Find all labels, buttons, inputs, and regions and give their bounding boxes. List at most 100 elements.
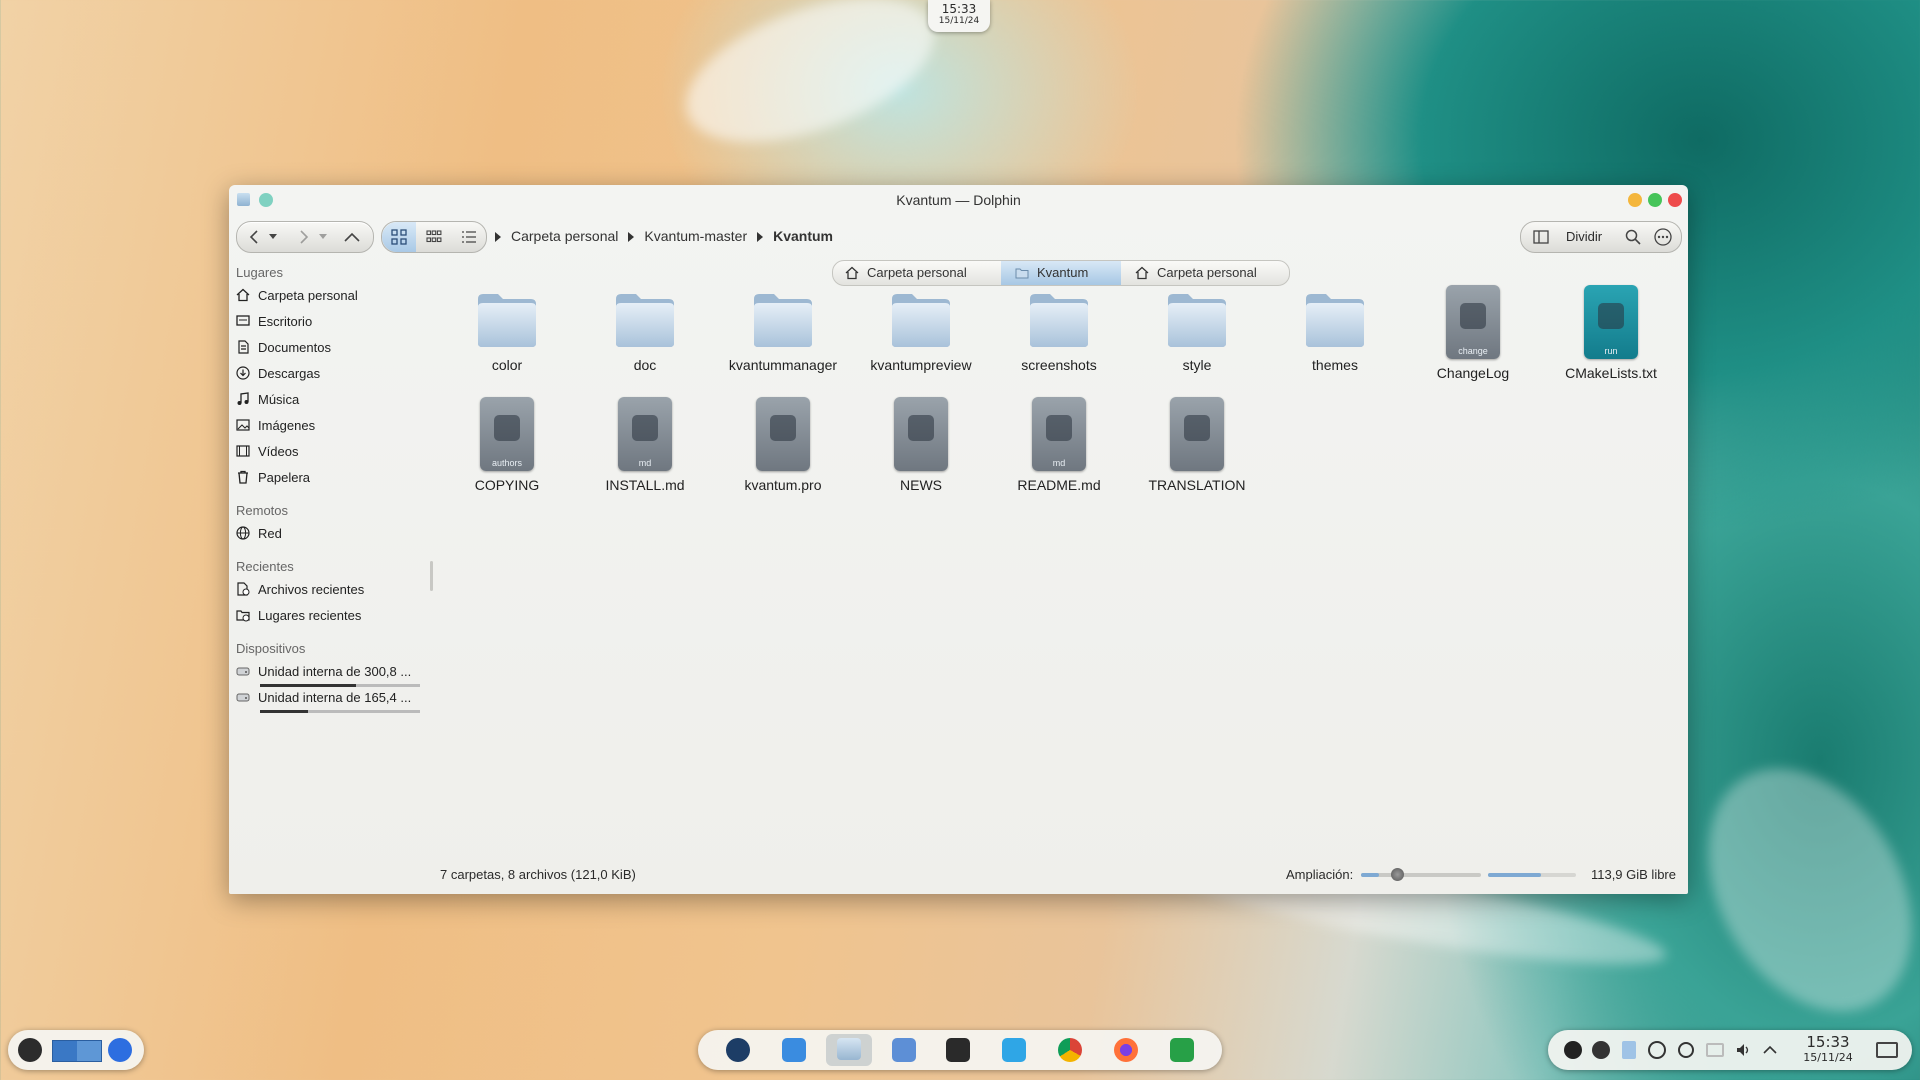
section-remotos: Remotos	[236, 503, 289, 518]
spreadsheet-icon[interactable]	[1170, 1038, 1194, 1062]
sidebar-item-papelera[interactable]: Papelera	[236, 467, 426, 489]
file-item[interactable]: kvantum.pro	[715, 397, 851, 493]
compact-view-button[interactable]	[417, 222, 451, 252]
free-space-fill	[1488, 873, 1541, 877]
sidebar-item-documentos[interactable]: Documentos	[236, 337, 426, 359]
terminal-icon[interactable]	[946, 1038, 970, 1062]
system-settings-icon[interactable]	[726, 1038, 750, 1062]
file-item[interactable]: authors COPYING	[439, 397, 575, 493]
maximize-button[interactable]	[1648, 193, 1662, 207]
folder-icon	[612, 285, 678, 351]
file-item[interactable]: change ChangeLog	[1405, 285, 1541, 381]
chevron-up-icon[interactable]	[1762, 1042, 1778, 1058]
box-icon[interactable]	[1002, 1038, 1026, 1062]
forward-history-button[interactable]	[315, 222, 331, 252]
app-launcher-icon[interactable]	[18, 1038, 42, 1062]
folder-item[interactable]: themes	[1267, 285, 1403, 373]
folder-item[interactable]: color	[439, 285, 575, 373]
folder-item[interactable]: doc	[577, 285, 713, 373]
sidebar-item-archivos-recientes[interactable]: Archivos recientes	[236, 579, 426, 601]
chrome-icon[interactable]	[1058, 1038, 1082, 1062]
tab-kvantum[interactable]: Kvantum	[1001, 261, 1121, 285]
top-clock-widget[interactable]: 15:33 15/11/24	[928, 0, 990, 32]
up-button[interactable]	[339, 222, 365, 252]
folder-item[interactable]: kvantummanager	[715, 285, 851, 373]
right-toolbar-buttons: Dividir	[1520, 221, 1682, 253]
dolphin-task[interactable]	[826, 1034, 872, 1066]
markdown-icon: md	[1032, 397, 1086, 471]
back-button[interactable]	[241, 222, 267, 252]
forward-button[interactable]	[291, 222, 317, 252]
file-subtype: change	[1458, 346, 1488, 356]
file-view[interactable]: color doc kvantummanager kvantumpreview scre…	[439, 285, 1669, 785]
file-item[interactable]: md README.md	[991, 397, 1127, 493]
zoom-slider[interactable]	[1361, 868, 1481, 881]
check-icon[interactable]	[1592, 1041, 1610, 1059]
back-history-button[interactable]	[265, 222, 281, 252]
kate-icon[interactable]	[892, 1038, 916, 1062]
file-item[interactable]: md INSTALL.md	[577, 397, 713, 493]
folder-icon	[1015, 268, 1029, 279]
breadcrumb-separator	[757, 232, 764, 243]
drive-icon	[236, 693, 250, 702]
split-label: Dividir	[1566, 229, 1603, 244]
sidebar-item-videos[interactable]: Vídeos	[236, 441, 426, 463]
updates-icon[interactable]	[1564, 1041, 1582, 1059]
discover-icon[interactable]	[782, 1038, 806, 1062]
markdown-icon: md	[618, 397, 672, 471]
folder-item[interactable]: style	[1129, 285, 1265, 373]
network-icon[interactable]	[1648, 1041, 1666, 1059]
display-icon[interactable]	[1706, 1043, 1724, 1057]
file-glyph	[1184, 415, 1210, 441]
sidebar-item-drive-2[interactable]: Unidad interna de 165,4 ...	[236, 687, 426, 713]
menu-button[interactable]	[1649, 222, 1677, 252]
pager-icon[interactable]	[52, 1040, 102, 1062]
tab-carpeta-personal-1[interactable]: Carpeta personal	[833, 261, 1001, 285]
sidebar-item-musica[interactable]: Música	[236, 389, 426, 411]
dolphin-icon	[837, 1038, 861, 1060]
sidebar-item-escritorio[interactable]: Escritorio	[236, 311, 426, 333]
breadcrumb-kvantum[interactable]: Kvantum	[773, 221, 833, 251]
close-button[interactable]	[1668, 193, 1682, 207]
sidebar-item-drive-1[interactable]: Unidad interna de 300,8 ...	[236, 661, 426, 687]
sidebar-item-red[interactable]: Red	[236, 523, 426, 545]
tab-label: Carpeta personal	[867, 265, 967, 280]
file-name: CMakeLists.txt	[1565, 365, 1657, 381]
file-item[interactable]: TRANSLATION	[1129, 397, 1265, 493]
sidebar-item-descargas[interactable]: Descargas	[236, 363, 426, 385]
clipboard-icon[interactable]	[1622, 1041, 1636, 1059]
icons-view-button[interactable]	[382, 222, 416, 252]
firefox-icon[interactable]	[1114, 1038, 1138, 1062]
drive-icon	[236, 667, 250, 676]
chevron-down-icon	[319, 234, 327, 239]
section-recientes: Recientes	[236, 559, 294, 574]
minimize-button[interactable]	[1628, 193, 1642, 207]
sidebar-item-lugares-recientes[interactable]: Lugares recientes	[236, 605, 426, 627]
status-bar: 7 carpetas, 8 archivos (121,0 KiB) Ampli…	[229, 859, 1688, 889]
show-desktop-icon[interactable]	[1876, 1042, 1898, 1058]
brightness-icon[interactable]	[1678, 1042, 1694, 1058]
title-bar[interactable]: Kvantum — Dolphin	[229, 185, 1688, 215]
breadcrumb-kvantum-master[interactable]: Kvantum-master	[644, 221, 747, 251]
volume-icon[interactable]	[1736, 1042, 1752, 1058]
breadcrumb-home[interactable]: Carpeta personal	[511, 221, 618, 251]
split-button[interactable]: Dividir	[1525, 222, 1609, 252]
zoom-slider-handle[interactable]	[1391, 868, 1404, 881]
folder-icon	[1302, 285, 1368, 351]
sidebar-scrollbar[interactable]	[430, 561, 433, 591]
file-name: ChangeLog	[1436, 365, 1510, 381]
search-button[interactable]	[1619, 222, 1647, 252]
file-item[interactable]: NEWS	[853, 397, 989, 493]
chevron-left-icon	[249, 230, 258, 244]
file-name: color	[491, 357, 523, 373]
folder-item[interactable]: kvantumpreview	[853, 285, 989, 373]
tab-carpeta-personal-2[interactable]: Carpeta personal	[1121, 261, 1289, 285]
folder-item[interactable]: screenshots	[991, 285, 1127, 373]
details-view-button[interactable]	[452, 222, 486, 252]
sidebar-item-imagenes[interactable]: Imágenes	[236, 415, 426, 437]
music-player-icon[interactable]	[108, 1038, 132, 1062]
file-item[interactable]: run CMakeLists.txt	[1543, 285, 1679, 381]
sidebar-item-carpeta-personal[interactable]: Carpeta personal	[236, 285, 426, 307]
documents-icon	[238, 340, 249, 354]
panel-clock[interactable]: 15:33 15/11/24	[1788, 1033, 1868, 1064]
